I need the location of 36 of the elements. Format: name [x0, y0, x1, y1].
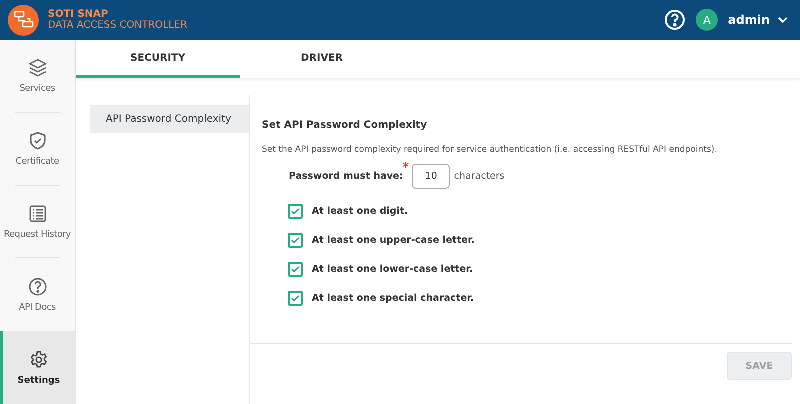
shield-check-icon [28, 131, 48, 152]
brand-name: SOTI SNAP [48, 9, 110, 20]
checkbox-label: At least one special character. [312, 292, 474, 304]
tab[interactable]: DRIVER [240, 40, 404, 78]
checkbox[interactable] [288, 232, 303, 248]
check-icon [291, 294, 300, 302]
sidebar-item[interactable]: Certificate [0, 112, 75, 186]
caret-icon[interactable] [778, 17, 788, 23]
layers-icon [28, 58, 48, 78]
tab[interactable]: SECURITY [76, 40, 240, 78]
section-description: Set the API password complexity required for service authentication (i.e. accessing RESTful API endpoints). [262, 145, 718, 155]
product-subtitle: DATA ACCESS CONTROLLER [48, 20, 188, 31]
checkbox-label: At least one digit. [312, 206, 408, 216]
sidebar-item[interactable]: Request History [0, 186, 75, 258]
help-icon [28, 276, 48, 297]
sidebar-item[interactable]: API Docs [0, 258, 75, 332]
checkbox-label: At least one upper-case letter. [312, 234, 475, 246]
section-title: Set API Password Complexity [262, 120, 428, 131]
length-input[interactable]: 10 [412, 164, 450, 189]
check-icon [291, 236, 300, 244]
field-label: Password must have: [289, 171, 404, 182]
checkbox[interactable] [288, 290, 303, 306]
settings-icon [29, 350, 49, 370]
user-name[interactable]: admin [728, 13, 770, 27]
checkbox[interactable] [288, 204, 303, 218]
subnav-item[interactable]: API Password Complexity [90, 105, 249, 133]
sidebar-item[interactable]: Settings [0, 331, 75, 404]
help-icon[interactable] [664, 9, 686, 31]
list-icon [28, 204, 48, 224]
check-icon [291, 208, 300, 214]
checkbox[interactable] [288, 262, 303, 276]
sidebar-item[interactable]: Services [0, 40, 75, 113]
checkbox-label: At least one lower-case letter. [312, 264, 474, 274]
app-logo-icon [8, 4, 39, 36]
check-icon [291, 266, 300, 272]
unit-label: characters [454, 171, 505, 182]
